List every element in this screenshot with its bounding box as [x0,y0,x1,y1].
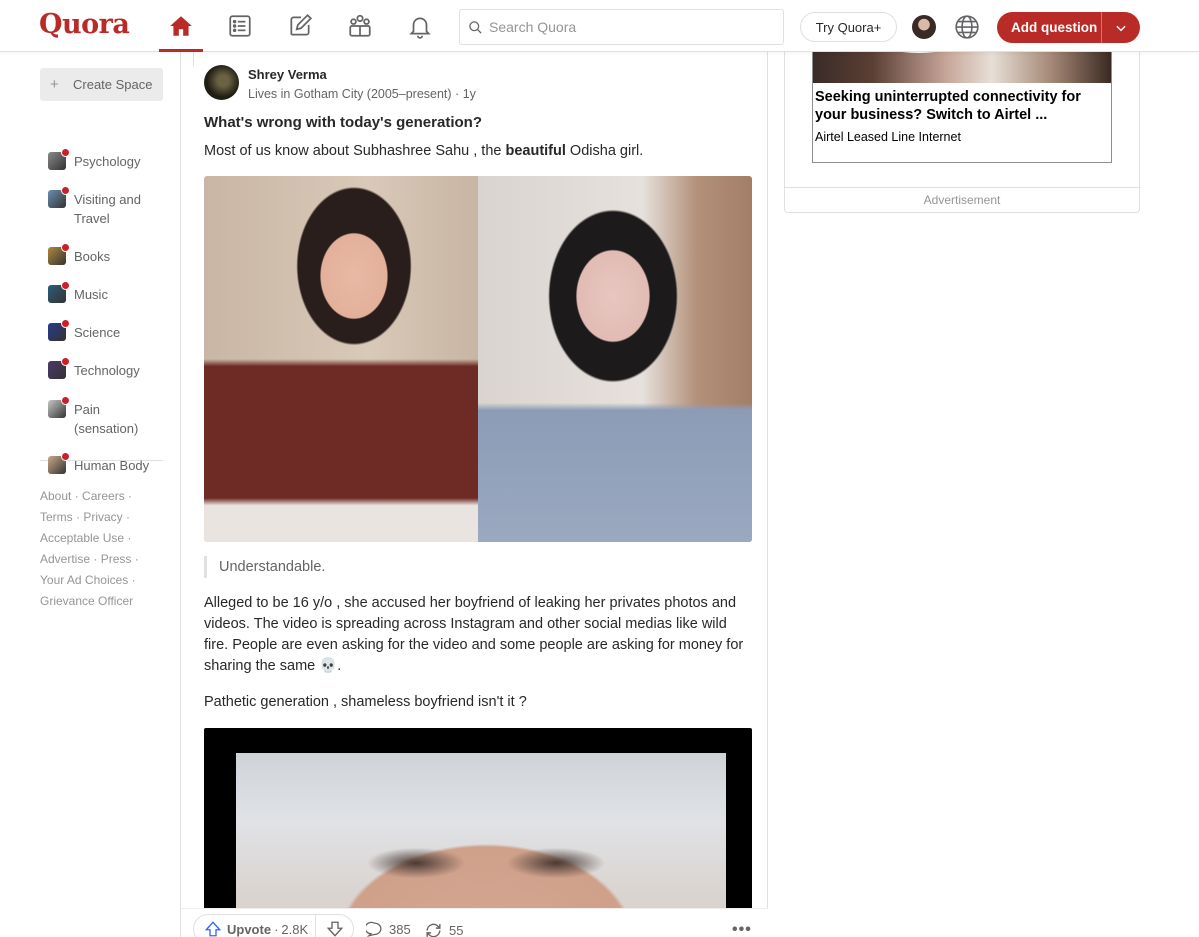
more-options-icon[interactable]: ••• [732,921,752,937]
reshare-icon [426,923,441,937]
try-quora-plus-button[interactable]: Try Quora+ [800,12,897,42]
upvote-label: Upvote [227,921,272,937]
spaces-icon[interactable] [338,8,382,44]
sidebar-topic-label: Technology [74,363,140,378]
left-sidebar: + Create Space Psychology Visiting and Tr… [40,68,163,612]
photo-right [478,176,752,542]
top-header: Quora Try Quora+ Add question [0,0,1199,52]
ad-creative[interactable]: Seeking uninterrupted connectivity for y… [812,31,1112,163]
user-avatar[interactable] [912,15,936,39]
photo-left [204,176,478,542]
topic-icon [48,243,70,265]
question-title[interactable]: What's wrong with today's generation? [204,114,482,131]
answer-icon[interactable] [278,8,322,44]
search-input[interactable] [489,19,769,35]
answer-paragraph-2: Alleged to be 16 y/o , she accused her b… [204,595,744,674]
sidebar-topic-pain-sensation[interactable]: Pain (sensation) [40,396,154,438]
language-globe-icon[interactable] [954,14,980,40]
upvote-arrow-icon [204,921,222,937]
upvote-count: 2.8K [281,921,309,937]
chevron-down-icon[interactable] [1102,21,1140,35]
footer-link-advertise[interactable]: Advertise [40,552,90,566]
sidebar-topic-science[interactable]: Science [40,319,154,342]
topic-icon [48,319,70,341]
sidebar-topic-label: Books [74,249,111,264]
answer-image-collage[interactable] [204,176,752,542]
main-feed: Shrey Verma Lives in Gotham City (2005–p… [180,52,768,937]
unread-dot [61,357,70,366]
sidebar-topic-label: Pain (sensation) [74,402,139,436]
answer-image-2[interactable] [204,728,752,913]
footer-link-grievance-officer[interactable]: Grievance Officer [40,594,133,608]
comment-icon [366,921,382,937]
home-active-indicator [159,49,203,52]
ad-subtext: Airtel Leased Line Internet [815,130,961,144]
add-question-label: Add question [1011,20,1098,35]
unread-dot [61,319,70,328]
unread-dot [61,148,70,157]
topic-icon [48,452,70,474]
vote-group: Upvote · 2.8K [193,914,354,937]
plus-icon: + [50,75,59,93]
unread-dot [61,243,70,252]
quora-logo[interactable]: Quora [39,9,130,40]
sidebar-footer-links: About · Careers · Terms · Privacy · Acce… [40,489,139,608]
topic-icon [48,281,70,303]
create-space-label: Create Space [73,77,153,92]
downvote-button[interactable] [316,920,353,937]
sidebar-topic-label: Music [74,287,108,302]
answer-author: Shrey Verma Lives in Gotham City (2005–p… [204,65,476,101]
add-question-button[interactable]: Add question [997,12,1140,43]
topic-icon [48,357,70,379]
answer-paragraph-3: Pathetic generation , shameless boyfrien… [204,694,527,710]
following-icon[interactable] [218,8,262,44]
unread-dot [61,281,70,290]
search-box[interactable] [459,9,784,45]
ad-label: Advertisement [923,193,1001,207]
unread-dot [61,452,70,461]
ad-headline[interactable]: Seeking uninterrupted connectivity for y… [815,88,1111,124]
answer-intro: Most of us know about Subhashree Sahu , … [204,143,644,159]
author-credential: Lives in Gotham City (2005–present) · 1y [248,87,476,101]
answer-action-bar: Upvote · 2.8K 385 55 ••• [181,908,768,937]
comment-count: 385 [389,922,411,937]
create-space-button[interactable]: + Create Space [40,68,163,101]
share-button[interactable]: 55 [424,921,463,937]
home-icon[interactable] [159,8,203,44]
share-count: 55 [449,923,464,937]
author-avatar[interactable] [204,65,239,100]
footer-link-press[interactable]: Press [101,552,132,566]
advertisement-card: Seeking uninterrupted connectivity for y… [784,31,1140,213]
footer-link-terms[interactable]: Terms [40,510,73,524]
sidebar-topic-books[interactable]: Books [40,243,154,266]
sidebar-topic-human-body[interactable]: Human Body [40,452,154,475]
author-name[interactable]: Shrey Verma [248,67,476,82]
sidebar-topic-music[interactable]: Music [40,281,154,304]
topic-icon [48,396,70,418]
sidebar-topic-technology[interactable]: Technology [40,357,154,380]
downvote-arrow-icon [326,921,343,937]
comment-button[interactable]: 385 [366,921,411,937]
sidebar-topic-label: Science [74,325,121,340]
notifications-icon[interactable] [398,8,442,44]
photo-face [236,753,726,913]
unread-dot [61,396,70,405]
footer-link-acceptable-use[interactable]: Acceptable Use [40,531,124,545]
search-icon [469,20,482,34]
sidebar-topic-psychology[interactable]: Psychology [40,148,154,171]
sidebar-topic-visiting-and-travel[interactable]: Visiting and Travel [40,186,154,228]
topic-icon [48,186,70,208]
footer-link-privacy[interactable]: Privacy [83,510,122,524]
topic-icon [48,148,70,170]
upvote-button[interactable]: Upvote · 2.8K [194,914,316,937]
footer-link-your-ad-choices[interactable]: Your Ad Choices [40,573,128,587]
footer-link-about[interactable]: About [40,489,71,503]
sidebar-topic-label: Human Body [74,458,150,473]
unread-dot [61,186,70,195]
sidebar-topic-label: Psychology [74,154,141,169]
footer-link-careers[interactable]: Careers [82,489,125,503]
answer-quote: Understandable. [204,556,325,578]
sidebar-topic-label: Visiting and Travel [74,192,141,226]
answer-time[interactable]: 1y [463,87,476,101]
